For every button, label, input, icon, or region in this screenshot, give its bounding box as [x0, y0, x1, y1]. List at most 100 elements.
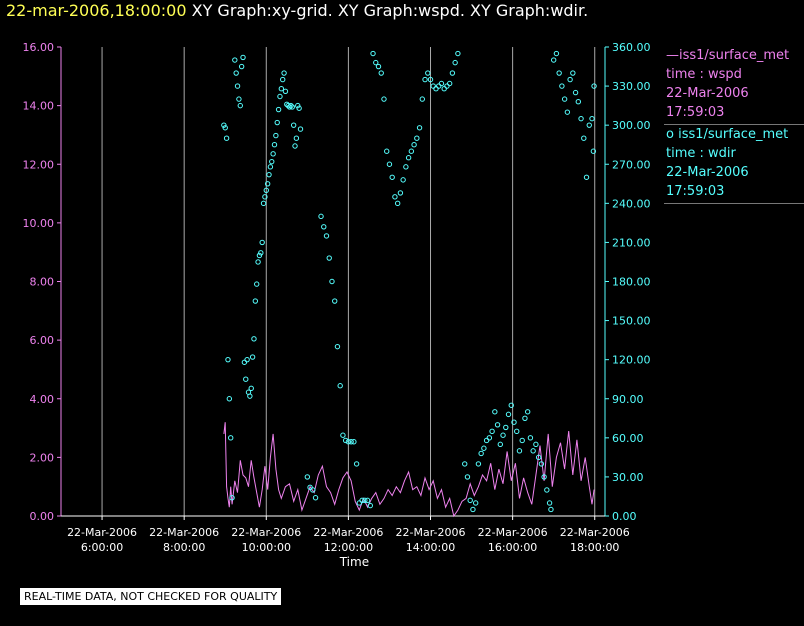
wdir-point: [553, 50, 560, 57]
wdir-point: [277, 93, 283, 100]
wdir-point: [446, 80, 453, 87]
wdir-point: [578, 115, 584, 122]
wdir-point: [353, 461, 360, 467]
wdir-point: [273, 132, 279, 139]
wdir-point: [332, 298, 338, 304]
circle-marker-icon: o: [666, 127, 679, 142]
wdir-point: [586, 122, 592, 128]
y-left-tick-label: 10.00: [23, 217, 55, 230]
wdir-point: [321, 224, 327, 230]
tick-labels: 22-Mar-2006 6:00:00 22-Mar-2006 8:00:00 22-M…: [23, 41, 651, 569]
wdir-point: [337, 383, 343, 389]
wdir-point: [559, 83, 565, 89]
wdir-point: [422, 76, 428, 83]
y-left-tick-label: 8.00: [30, 276, 55, 289]
wdir-point: [234, 83, 241, 89]
wdir-point: [546, 500, 553, 506]
y-right-tick-label: 240.00: [612, 197, 651, 210]
series-layer: [221, 50, 597, 518]
wdir-point: [567, 76, 573, 83]
legend-wspd-date: 22-Mar-2006: [666, 86, 749, 101]
y-left-tick-label: 0.00: [30, 510, 55, 523]
wdir-point: [486, 435, 493, 441]
wdir-point: [293, 135, 300, 141]
wdir-point: [581, 135, 587, 141]
wdir-point: [444, 83, 450, 89]
wdir-point: [259, 239, 265, 246]
wdir-point: [241, 359, 248, 365]
x-tick-date: 22-Mar-2006: [478, 526, 548, 539]
wdir-point: [225, 356, 231, 363]
x-tick-date: 22-Mar-2006: [313, 526, 383, 539]
wdir-point: [384, 148, 390, 154]
wdir-point: [323, 233, 330, 239]
wdir-point: [274, 119, 280, 126]
wdir-point: [397, 190, 404, 196]
wdir-point: [514, 428, 520, 435]
wdir-point: [312, 495, 319, 501]
wdir-point: [572, 89, 579, 96]
wdir-point: [364, 497, 371, 504]
y-left-tick-label: 6.00: [30, 334, 55, 347]
wdir-point: [583, 174, 590, 180]
line-swatch-icon: —: [666, 48, 679, 63]
wdir-point: [519, 437, 525, 444]
wdir-point: [240, 54, 246, 61]
wdir-point: [254, 281, 260, 287]
y-right-tick-label: 300.00: [612, 119, 651, 132]
y-left-tick-label: 12.00: [23, 158, 55, 171]
wdir-point: [236, 96, 242, 102]
wdir-point: [243, 376, 249, 382]
wdir-point: [408, 148, 415, 154]
wdir-point: [375, 63, 382, 70]
wdir-point: [524, 409, 531, 415]
wdir-point: [464, 474, 471, 480]
y-left-tick-label: 14.00: [23, 100, 55, 113]
wdir-point: [252, 298, 259, 304]
wdir-point: [389, 174, 395, 180]
wdir-point: [381, 96, 387, 102]
wdir-point: [370, 50, 376, 57]
wdir-point: [275, 106, 282, 113]
wdir-point: [548, 506, 554, 513]
wdir-point: [492, 409, 498, 415]
wdir-point: [416, 125, 423, 131]
wdir-point: [340, 432, 346, 438]
wdir-point: [550, 57, 557, 63]
wdir-point: [411, 142, 417, 148]
wdir-point: [255, 259, 261, 265]
x-tick-time: 8:00:00: [163, 541, 205, 554]
x-tick-time: 16:00:00: [488, 541, 537, 554]
wdir-point: [522, 415, 528, 421]
wdir-point: [270, 151, 276, 157]
wdir-point: [237, 102, 243, 109]
legend-wspd-source: —iss1/surface_met: [664, 46, 804, 65]
legend-wdir-var: time : wdir: [666, 146, 736, 161]
wdir-point: [533, 441, 539, 448]
wdir-point: [280, 76, 286, 83]
y-right-tick-label: 90.00: [612, 393, 644, 406]
wdir-point: [591, 83, 597, 89]
wdir-point: [433, 85, 439, 92]
wdir-point: [414, 135, 420, 141]
y-right-tick-label: 330.00: [612, 80, 651, 93]
x-tick-date: 22-Mar-2006: [67, 526, 137, 539]
y-right-tick-label: 60.00: [612, 432, 644, 445]
wdir-point: [544, 487, 550, 493]
wdir-point: [232, 57, 238, 63]
wdir-point: [249, 354, 256, 360]
wdir-point: [564, 109, 571, 115]
wdir-point: [500, 432, 506, 438]
legend-wspd-time: 17:59:03: [666, 105, 725, 120]
wdir-point: [282, 88, 289, 94]
x-tick-date: 22-Mar-2006: [396, 526, 466, 539]
wdir-point: [233, 70, 239, 76]
wdir-point: [318, 213, 324, 220]
wdir-point: [271, 142, 278, 148]
wdir-point: [223, 135, 230, 141]
wdir-point: [405, 155, 412, 161]
legend-wdir-name: iss1/surface_met: [678, 127, 789, 142]
wdir-point: [483, 437, 490, 444]
wdir-point: [400, 177, 406, 183]
wdir-point: [527, 435, 534, 441]
